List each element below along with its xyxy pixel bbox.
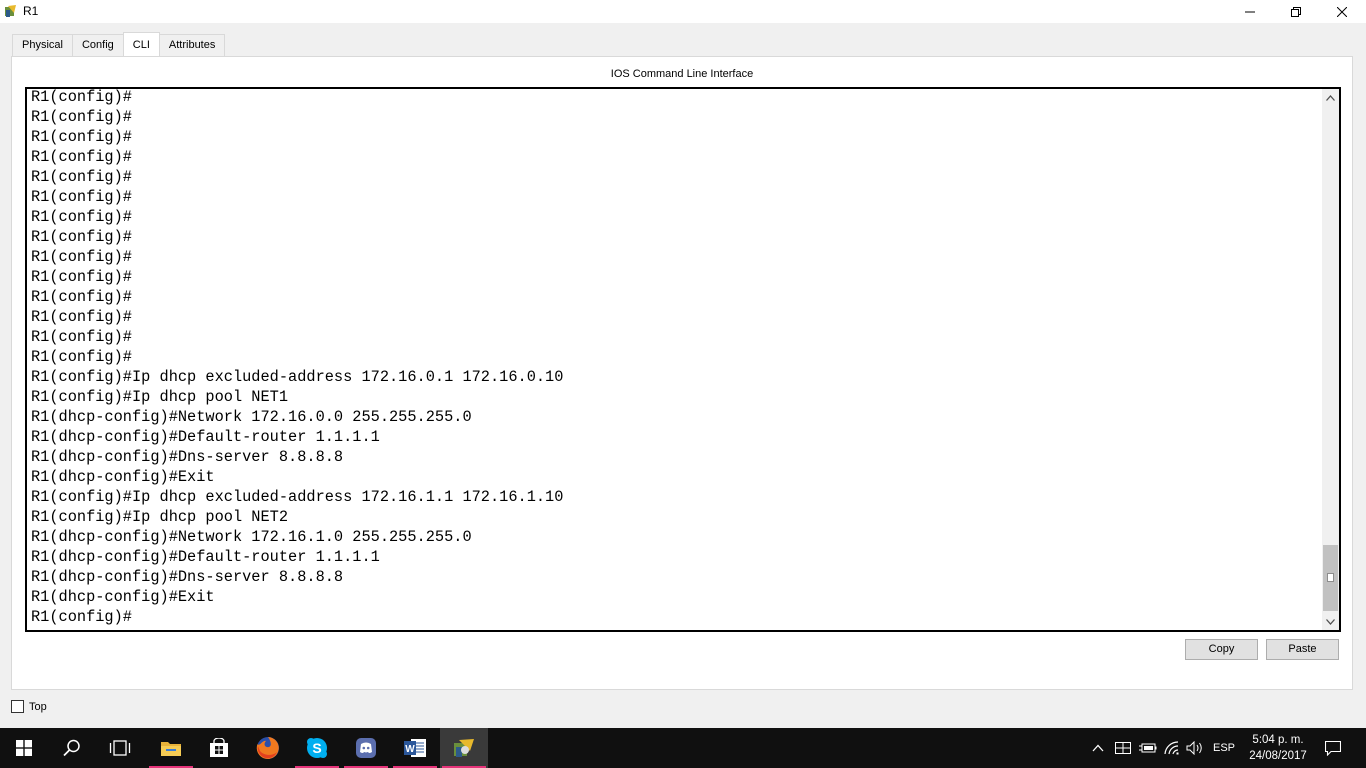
search-button[interactable]: [48, 728, 96, 768]
taskbar-file-explorer[interactable]: [147, 728, 195, 768]
taskbar: S W ESP 5:04 p. m. 24/08/2017: [0, 728, 1366, 768]
search-icon: [63, 739, 80, 757]
terminal-line: R1(config)#: [31, 168, 132, 186]
top-checkbox[interactable]: [11, 700, 24, 713]
taskbar-clock[interactable]: 5:04 p. m. 24/08/2017: [1245, 732, 1311, 764]
terminal-line: R1(dhcp-config)#Exit: [31, 588, 215, 606]
terminal-line: R1(config)#: [31, 88, 132, 106]
terminal-line: R1(config)#: [31, 188, 132, 206]
tray-volume[interactable]: [1184, 728, 1206, 768]
terminal-line: R1(config)#Ip dhcp excluded-address 172.…: [31, 368, 564, 386]
speaker-icon: [1186, 741, 1202, 755]
word-icon: W: [404, 739, 426, 757]
top-checkbox-row[interactable]: Top: [11, 700, 47, 713]
taskbar-skype[interactable]: S: [293, 728, 341, 768]
battery-plug-icon: [1139, 743, 1157, 753]
copy-button[interactable]: Copy: [1185, 639, 1258, 660]
clock-time: 5:04 p. m.: [1252, 734, 1304, 746]
tab-config[interactable]: Config: [71, 34, 124, 56]
terminal-line: R1(config)#: [31, 128, 132, 146]
terminal-line: R1(dhcp-config)#Network 172.16.0.0 255.2…: [31, 408, 472, 426]
minimize-button[interactable]: [1227, 0, 1273, 23]
tab-cli[interactable]: CLI: [122, 32, 160, 56]
terminal-line: R1(config)#: [31, 228, 132, 246]
chevron-up-icon: [1326, 94, 1335, 101]
terminal-line: R1(config)#: [31, 108, 132, 126]
scroll-thumb[interactable]: [1323, 545, 1338, 611]
scroll-thumb-grip: [1327, 573, 1334, 582]
chevron-up-icon: [1092, 744, 1104, 752]
terminal-line: R1(config)#: [31, 308, 132, 326]
cli-panel: IOS Command Line Interface R1(config)# R1…: [11, 56, 1353, 690]
terminal-line: R1(config)#: [31, 288, 132, 306]
terminal-line: R1(dhcp-config)#Default-router 1.1.1.1: [31, 548, 380, 566]
terminal-line: R1(config)#: [31, 348, 132, 366]
terminal-line: R1(config)#Ip dhcp excluded-address 172.…: [31, 488, 564, 506]
action-center-button[interactable]: [1320, 728, 1346, 768]
discord-icon: [356, 738, 376, 758]
cli-terminal[interactable]: R1(config)# R1(config)# R1(config)# R1(conf…: [25, 87, 1341, 632]
wifi-icon: [1164, 741, 1179, 755]
task-view-icon: [109, 740, 131, 756]
store-icon: [210, 738, 228, 757]
device-tabs: Physical Config CLI Attributes: [12, 32, 226, 56]
tab-physical[interactable]: Physical: [12, 34, 73, 56]
taskbar-firefox[interactable]: [244, 728, 292, 768]
terminal-line: R1(config)#Ip dhcp pool NET2: [31, 508, 289, 526]
svg-text:W: W: [405, 744, 415, 755]
folder-icon: [161, 742, 181, 756]
tray-language[interactable]: ESP: [1208, 728, 1240, 768]
terminal-line: R1(config)#Ip dhcp pool NET1: [31, 388, 289, 406]
terminal-line: R1(dhcp-config)#Dns-server 8.8.8.8: [31, 448, 344, 466]
restore-icon: [1291, 6, 1301, 17]
close-icon: [1337, 6, 1347, 17]
paste-button[interactable]: Paste: [1266, 639, 1339, 660]
close-button[interactable]: [1319, 0, 1365, 23]
skype-icon: S: [307, 738, 327, 758]
tray-battery[interactable]: [1137, 728, 1159, 768]
svg-text:S: S: [312, 740, 321, 756]
show-hidden-icons-button[interactable]: [1088, 728, 1108, 768]
top-checkbox-label: Top: [29, 700, 47, 713]
terminal-line: R1(dhcp-config)#Dns-server 8.8.8.8: [31, 568, 344, 586]
taskbar-word[interactable]: W: [391, 728, 439, 768]
clock-date: 24/08/2017: [1249, 750, 1307, 762]
taskbar-discord[interactable]: [342, 728, 390, 768]
keyboard-icon: [1115, 742, 1131, 754]
terminal-line: R1(config)#: [31, 328, 132, 346]
task-view-button[interactable]: [96, 728, 144, 768]
taskbar-store[interactable]: [195, 728, 243, 768]
terminal-line: R1(config)#: [31, 208, 132, 226]
terminal-line: R1(config)#: [31, 268, 132, 286]
notification-icon: [1325, 740, 1341, 756]
terminal-scrollbar[interactable]: [1322, 89, 1339, 630]
minimize-icon: [1245, 11, 1255, 12]
terminal-line: R1(dhcp-config)#Default-router 1.1.1.1: [31, 428, 380, 446]
scroll-up-button[interactable]: [1322, 89, 1339, 106]
tray-wifi[interactable]: [1161, 728, 1183, 768]
tab-attributes[interactable]: Attributes: [158, 34, 226, 56]
window-title: R1: [23, 4, 39, 18]
scroll-down-button[interactable]: [1322, 613, 1339, 630]
terminal-line: R1(config)#: [31, 248, 132, 266]
windows-logo-icon: [16, 740, 32, 756]
window-titlebar: R1: [0, 0, 1366, 23]
tray-network-adapter[interactable]: [1112, 728, 1134, 768]
terminal-line: R1(dhcp-config)#Exit: [31, 468, 215, 486]
terminal-output: R1(config)# R1(config)# R1(config)# R1(conf…: [31, 88, 564, 627]
start-button[interactable]: [0, 728, 48, 768]
restore-button[interactable]: [1273, 0, 1319, 23]
terminal-line: R1(dhcp-config)#Network 172.16.1.0 255.2…: [31, 528, 472, 546]
panel-title: IOS Command Line Interface: [610, 68, 754, 80]
terminal-line: R1(config)#: [31, 148, 132, 166]
chevron-down-icon: [1326, 618, 1335, 625]
taskbar-packet-tracer[interactable]: [440, 728, 488, 768]
packet-tracer-icon: [454, 739, 474, 757]
firefox-icon: [256, 737, 279, 759]
packet-tracer-app-icon: [4, 4, 18, 18]
terminal-line: R1(config)#: [31, 608, 132, 626]
